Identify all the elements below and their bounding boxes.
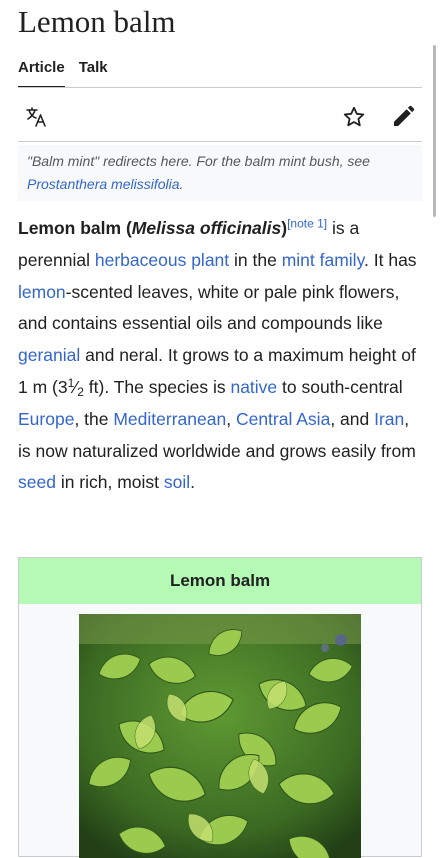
link-europe[interactable]: Europe <box>18 409 74 429</box>
text-segment: to south-central <box>277 376 403 397</box>
star-icon[interactable] <box>341 104 367 130</box>
link-iran[interactable]: Iran <box>374 409 404 429</box>
text-segment: ft). The species is <box>83 376 231 397</box>
hatnote-suffix: . <box>179 176 184 192</box>
toolbar-divider <box>18 141 422 142</box>
hatnote-text: "Balm mint" redirects here. For the balm… <box>27 153 370 169</box>
link-seed[interactable]: seed <box>18 472 56 492</box>
infobox: Lemon balm <box>18 557 422 858</box>
link-mint-family[interactable]: mint family <box>282 250 364 270</box>
scrollbar[interactable] <box>433 45 436 217</box>
text-segment: in rich, moist <box>55 472 164 493</box>
hatnote-link[interactable]: Prostanthera melissifolia <box>27 176 180 192</box>
link-lemon[interactable]: lemon <box>18 282 66 302</box>
infobox-title: Lemon balm <box>19 558 421 604</box>
intro-paragraph: Lemon balm (Melissa officinalis)[note 1]… <box>18 213 422 499</box>
text-segment: in the <box>229 249 282 270</box>
tab-article[interactable]: Article <box>18 57 65 88</box>
page-toolbar <box>18 100 422 134</box>
text-segment: , and <box>330 408 375 429</box>
page-title: Lemon balm <box>18 4 176 39</box>
link-geranial[interactable]: geranial <box>18 345 80 365</box>
tab-talk[interactable]: Talk <box>79 57 108 87</box>
language-icon[interactable] <box>24 104 50 130</box>
scientific-name: Melissa officinalis <box>131 218 282 238</box>
text-segment: , <box>226 408 236 429</box>
link-mediterranean[interactable]: Mediterranean <box>113 409 226 429</box>
article-subject: Lemon balm <box>18 218 122 238</box>
link-soil[interactable]: soil <box>164 472 190 492</box>
link-central-asia[interactable]: Central Asia <box>236 409 330 429</box>
link-herbaceous-plant[interactable]: herbaceous plant <box>95 250 229 270</box>
lemon-balm-plant-photo[interactable] <box>79 614 361 858</box>
tabs-divider <box>18 87 422 88</box>
paren-open: ( <box>121 218 132 238</box>
text-segment: -scented leaves, white or pale pink flow… <box>18 281 400 334</box>
text-segment: . It has <box>364 249 417 270</box>
page-tabs: Article Talk <box>18 57 108 88</box>
link-native[interactable]: native <box>230 377 277 397</box>
text-segment: . <box>190 472 196 493</box>
text-segment: , the <box>74 408 114 429</box>
edit-pencil-icon[interactable] <box>390 104 416 130</box>
hatnote: "Balm mint" redirects here. For the balm… <box>18 145 422 201</box>
fraction-denominator: 2 <box>77 384 84 399</box>
note-reference[interactable]: [note 1] <box>287 216 327 230</box>
